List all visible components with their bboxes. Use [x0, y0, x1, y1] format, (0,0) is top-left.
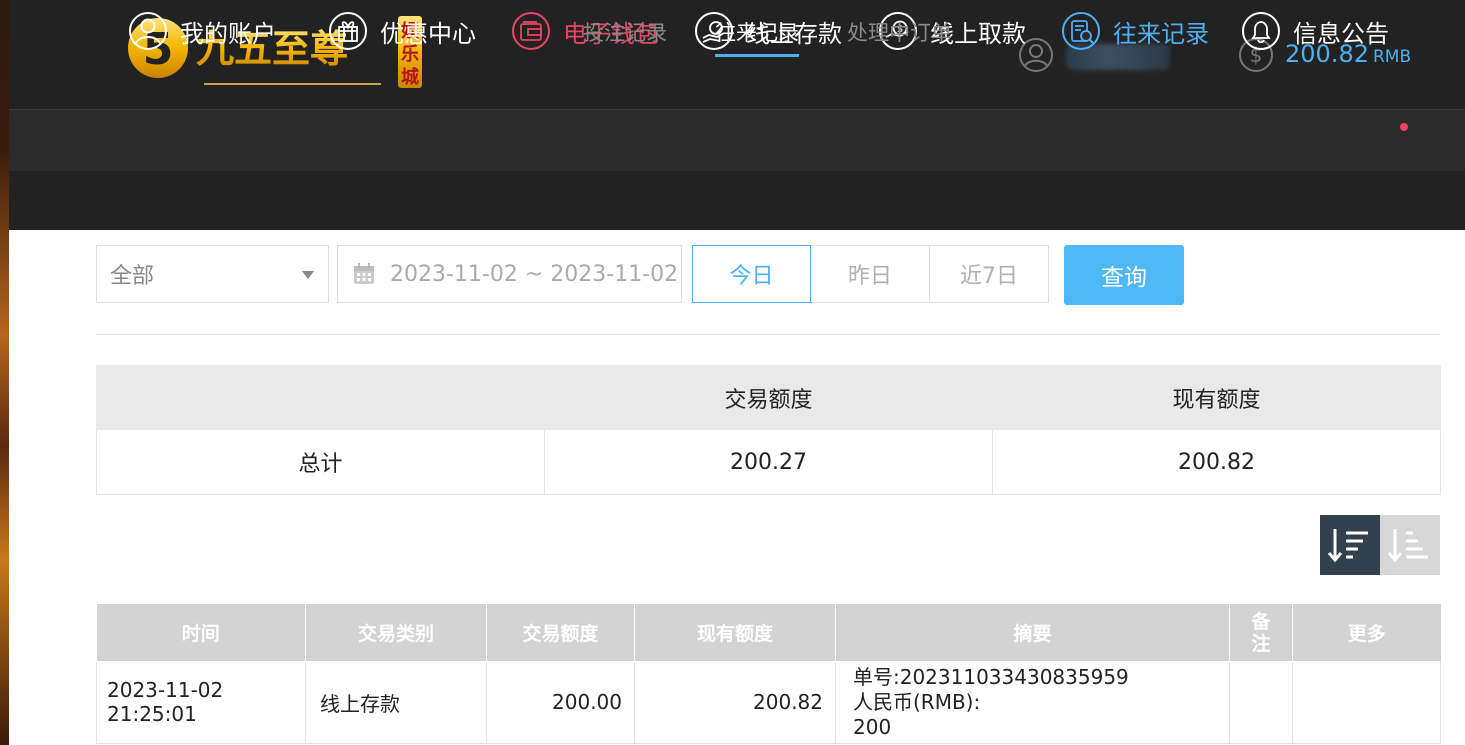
nav-announcements[interactable]: 信息公告 [1241, 10, 1389, 52]
cell-type: 线上存款 [305, 661, 487, 744]
header-summary: 摘要 [835, 604, 1230, 661]
header-type: 交易类别 [305, 604, 487, 661]
records-icon [1062, 12, 1100, 50]
quick-yesterday-button[interactable]: 昨日 [811, 245, 930, 303]
category-select[interactable]: 全部 [96, 245, 329, 303]
date-range-value: 2023-11-02 ~ 2023-11-02 [390, 261, 679, 287]
summary-header-current: 现有额度 [992, 365, 1441, 430]
cell-balance: 200.82 [634, 661, 836, 744]
cell-time: 2023-11-02 21:25:01 [96, 661, 306, 744]
quick-today-button[interactable]: 今日 [692, 245, 811, 303]
cell-summary: 单号:202311033430835959 人民币(RMB): 200 [835, 661, 1230, 744]
main-nav [9, 109, 1465, 172]
divider [96, 334, 1440, 335]
total-transaction-amount: 200.27 [544, 429, 993, 495]
header-amount: 交易额度 [486, 604, 635, 661]
header-note-line2: 注 [1251, 632, 1271, 655]
subtab-bet-records[interactable]: 投注记录 [583, 17, 667, 47]
nav-label: 优惠中心 [380, 19, 476, 48]
cell-more[interactable] [1292, 661, 1441, 744]
header-more: 更多 [1292, 604, 1441, 661]
summary-header-blank [96, 365, 545, 430]
sub-nav [9, 171, 1465, 230]
chevron-down-icon [302, 271, 314, 279]
header-time: 时间 [96, 604, 306, 661]
category-value: 全部 [110, 264, 155, 289]
user-circle-icon [129, 12, 167, 50]
cell-note [1229, 661, 1293, 744]
header-note: 备 注 [1229, 604, 1293, 661]
records-table: 时间 交易类别 交易额度 现有额度 摘要 备 注 更多 2023-11-02 2… [96, 604, 1441, 744]
summary-currency: 人民币(RMB): [853, 689, 981, 714]
sort-descending-icon [1327, 529, 1368, 563]
sort-ascending-button[interactable] [1380, 515, 1440, 575]
summary-order-number: 单号:202311033430835959 [853, 664, 1129, 689]
subtab-transaction-records[interactable]: 往来记录 [715, 17, 799, 47]
summary-header-transaction: 交易额度 [544, 365, 993, 430]
summary-total-row: 总计 200.27 200.82 [96, 429, 1441, 495]
active-tab-indicator [715, 54, 799, 57]
subtab-pending-orders[interactable]: 处理中订单 [847, 17, 952, 47]
date-range-input[interactable]: 2023-11-02 ~ 2023-11-02 [337, 245, 682, 303]
nav-label: 我的账户 [180, 19, 276, 48]
nav-label: 往来记录 [1113, 19, 1209, 48]
gift-icon [329, 12, 367, 50]
cell-amount: 200.00 [486, 661, 635, 744]
quick-last7days-button[interactable]: 近7日 [930, 245, 1049, 303]
nav-promotions[interactable]: 优惠中心 [328, 10, 476, 52]
background-strip [0, 0, 9, 745]
bell-icon [1242, 12, 1280, 50]
wallet-icon [512, 12, 550, 50]
calendar-icon [354, 263, 374, 284]
table-row[interactable]: 2023-11-02 21:25:01 线上存款 200.00 200.82 单… [96, 661, 1441, 744]
sort-ascending-icon [1387, 529, 1428, 563]
nav-label: 信息公告 [1293, 19, 1389, 48]
notification-dot [1400, 123, 1408, 131]
records-header-row: 时间 交易类别 交易额度 现有额度 摘要 备 注 更多 [96, 604, 1441, 661]
query-button[interactable]: 查询 [1064, 245, 1184, 305]
summary-header-row: 交易额度 现有额度 [96, 365, 1441, 430]
total-label: 总计 [96, 429, 545, 495]
nav-transaction-records[interactable]: 往来记录 [1061, 10, 1209, 52]
header-note-line1: 备 [1251, 610, 1271, 633]
nav-my-account[interactable]: 我的账户 [128, 10, 276, 52]
header-balance: 现有额度 [634, 604, 836, 661]
total-current-amount: 200.82 [992, 429, 1441, 495]
sort-descending-button[interactable] [1320, 515, 1380, 575]
summary-table: 交易额度 现有额度 总计 200.27 200.82 [96, 365, 1441, 495]
summary-amount: 200 [853, 714, 892, 739]
